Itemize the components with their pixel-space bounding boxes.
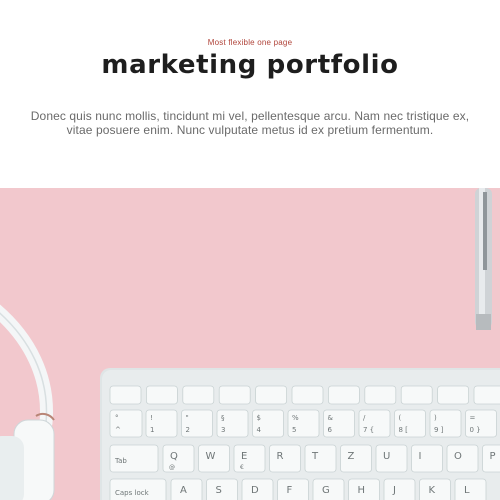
- key-caret: °^: [109, 409, 143, 438]
- key-legend: $: [257, 414, 261, 422]
- key-legend: =: [470, 414, 476, 422]
- function-key: [364, 385, 397, 405]
- caps-lock-key: Caps lock: [109, 478, 167, 500]
- key-legend: 0 }: [470, 426, 481, 434]
- key-legend: 2: [186, 426, 190, 434]
- key-legend: 1: [150, 426, 154, 434]
- desk-photo-illustration: °^!1"2§3$4%5&6/7 {(8 [)9 ]=0 }?ßTabQ@WE€…: [0, 188, 500, 500]
- number-key: $4: [252, 409, 284, 438]
- key-legend: 7 {: [363, 426, 374, 434]
- number-key: "2: [181, 409, 213, 438]
- key-legend: U: [383, 451, 390, 462]
- key-legend: I: [419, 451, 422, 462]
- key-legend: S: [216, 485, 222, 496]
- key-legend: W: [206, 451, 216, 462]
- key-legend: !: [150, 414, 153, 422]
- letter-key: Z: [340, 444, 372, 473]
- letter-key: W: [198, 444, 230, 473]
- key-legend: T: [311, 451, 319, 462]
- key-legend: J: [392, 485, 396, 496]
- key-legend: ": [186, 414, 189, 422]
- letter-key: J: [383, 478, 416, 500]
- pen-illustration: [475, 188, 492, 330]
- key-legend: G: [322, 485, 330, 496]
- key-legend: 9 ]: [434, 426, 444, 434]
- hero-lead-line-2: vitae posuere enim. Nunc vulputate metus…: [66, 123, 434, 137]
- key-legend: Q: [170, 451, 178, 462]
- letter-key: A: [170, 478, 203, 500]
- number-key: (8 [: [394, 409, 426, 438]
- hero-lead: Donec quis nunc mollis, tincidunt mi vel…: [0, 109, 500, 137]
- number-key: = 0 }: [465, 409, 497, 438]
- headphones-illustration: [0, 304, 55, 500]
- letter-key: D: [241, 478, 274, 500]
- key-legend: §: [221, 414, 225, 422]
- key-legend: (: [399, 414, 402, 422]
- letter-key: R: [269, 444, 301, 473]
- key-legend: 8 [: [399, 426, 409, 434]
- key-legend: @: [169, 464, 175, 471]
- key-legend: Tab: [114, 457, 127, 465]
- key-legend: 6: [328, 426, 333, 434]
- key-legend: °: [115, 414, 119, 422]
- function-key: [255, 385, 288, 405]
- letter-key: I: [411, 444, 443, 473]
- key-legend: Caps lock: [115, 489, 150, 497]
- key-legend: O: [454, 451, 462, 462]
- letter-key: L: [454, 478, 487, 500]
- letter-key: P: [482, 444, 500, 473]
- function-key: [473, 385, 500, 405]
- key-legend: D: [251, 485, 259, 496]
- number-key: ) 9 ]: [429, 409, 462, 438]
- key-legend: 4: [257, 426, 262, 434]
- key-legend: €: [240, 464, 244, 471]
- hero-photo: °^!1"2§3$4%5&6/7 {(8 [)9 ]=0 }?ßTabQ@WE€…: [0, 188, 500, 500]
- key-legend: Z: [348, 451, 355, 462]
- key-legend: %: [292, 414, 299, 422]
- key-legend: ^: [115, 426, 121, 434]
- letter-key: E€: [233, 444, 266, 473]
- function-key: [291, 385, 324, 405]
- letter-key: F: [277, 478, 309, 500]
- number-key: /7 {: [358, 409, 391, 438]
- number-key: !1: [145, 409, 178, 438]
- number-key: §3: [216, 409, 249, 438]
- key-legend: A: [180, 485, 187, 496]
- number-key: &6: [323, 409, 355, 438]
- hero-eyebrow: Most flexible one page: [207, 38, 293, 47]
- function-key: [182, 385, 215, 405]
- letter-key: S: [206, 478, 238, 500]
- letter-key: H: [348, 478, 380, 500]
- letter-key: O: [446, 444, 479, 473]
- function-key: [437, 385, 470, 405]
- letter-key: U: [375, 444, 408, 473]
- function-key: [327, 385, 360, 405]
- letter-key: Q@: [162, 444, 195, 473]
- function-key: [400, 385, 433, 405]
- number-key: %5: [287, 409, 320, 438]
- hero-lead-line-1: Donec quis nunc mollis, tincidunt mi vel…: [30, 109, 470, 123]
- key-legend: 3: [221, 426, 225, 434]
- key-legend: &: [328, 414, 334, 422]
- letter-key: T: [304, 444, 337, 473]
- tab-key: Tab: [109, 444, 159, 473]
- function-key: [109, 385, 142, 405]
- key-legend: K: [429, 485, 436, 496]
- key-legend: R: [277, 451, 284, 462]
- key-legend: H: [358, 485, 366, 496]
- function-key: [218, 385, 251, 405]
- key-legend: 5: [292, 426, 296, 434]
- function-key: [145, 385, 178, 405]
- key-legend: L: [464, 485, 470, 496]
- key-legend: P: [490, 451, 496, 462]
- hero-title: marketing portfolio: [101, 50, 399, 80]
- key-legend: E: [241, 451, 247, 462]
- keyboard-illustration: °^!1"2§3$4%5&6/7 {(8 [)9 ]=0 }?ßTabQ@WE€…: [100, 368, 500, 500]
- letter-key: K: [419, 478, 451, 500]
- letter-key: G: [312, 478, 345, 500]
- hero-section: Most flexible one page marketing portfol…: [0, 0, 500, 188]
- key-legend: ): [434, 414, 437, 422]
- key-legend: F: [287, 485, 293, 496]
